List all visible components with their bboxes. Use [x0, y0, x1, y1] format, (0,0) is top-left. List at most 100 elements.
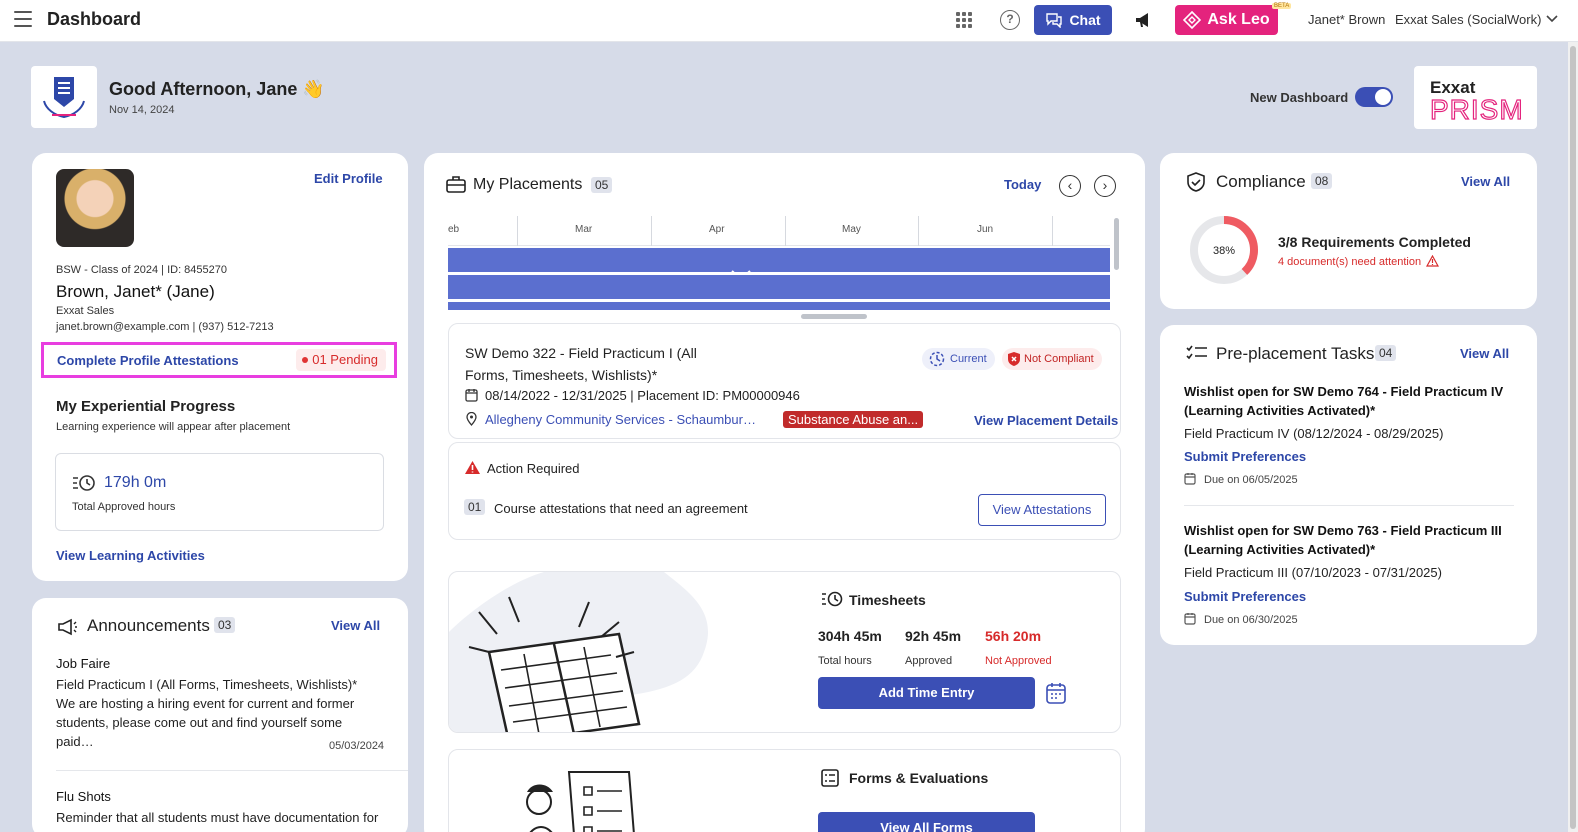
announcement-title[interactable]: Flu Shots: [56, 789, 111, 804]
progress-subtitle: Learning experience will appear after pl…: [56, 421, 291, 433]
wishlist-title: Wishlist open for SW Demo 763 - Field Pr…: [1184, 523, 1502, 557]
timeline-bar[interactable]: [448, 275, 1110, 299]
submit-preferences-link[interactable]: Submit Preferences: [1184, 589, 1306, 604]
student-name: Brown, Janet* (Jane): [56, 282, 215, 301]
timeline-month: eb: [448, 224, 460, 235]
compliance-view-all[interactable]: View All: [1461, 174, 1510, 189]
pending-badge: 01 Pending: [296, 349, 386, 371]
calendar-icon[interactable]: [1046, 682, 1066, 704]
approved-hours-label: Total Approved hours: [72, 501, 176, 513]
shield-x-icon: [1008, 352, 1020, 366]
timeline-tick: [785, 216, 786, 246]
timeline-bar[interactable]: [448, 248, 1110, 272]
edit-profile-link[interactable]: Edit Profile: [314, 171, 383, 186]
timeline-tick: [651, 216, 652, 246]
announcements-count: 03: [214, 617, 236, 633]
chat-button[interactable]: Chat: [1034, 5, 1112, 35]
ask-leo-button[interactable]: Ask Leo: [1175, 5, 1278, 35]
calendar-icon: [1184, 613, 1196, 625]
exxat-prism-logo: Exxat PRISM: [1414, 66, 1537, 129]
chevron-left-icon[interactable]: ‹: [1059, 175, 1081, 197]
progress-title: My Experiential Progress: [56, 398, 236, 415]
placements-count: 05: [591, 177, 613, 193]
page-scrollbar-thumb[interactable]: [1570, 46, 1576, 829]
user-name[interactable]: Janet* Brown: [1308, 12, 1385, 27]
preplacement-view-all[interactable]: View All: [1460, 346, 1509, 361]
timeline-tick: [1052, 216, 1053, 246]
placements-title: My Placements: [473, 176, 583, 193]
total-hours-value: 304h 45m: [818, 628, 882, 644]
timeline-header: eb Mar Apr May Jun: [448, 216, 1110, 246]
placement-card[interactable]: SW Demo 322 - Field Practicum I (All For…: [448, 323, 1121, 439]
total-hours-label: Total hours: [818, 655, 872, 667]
briefcase-icon: [446, 176, 466, 193]
announcements-view-all[interactable]: View All: [331, 618, 380, 633]
placement-dates: 08/14/2022 - 12/31/2025 | Placement ID: …: [485, 388, 800, 403]
contact-line: janet.brown@example.com | (937) 512-7213: [56, 321, 274, 333]
megaphone-icon: [58, 618, 77, 636]
profile-attestations-row[interactable]: Complete Profile Attestations 01 Pending: [41, 342, 397, 378]
chevron-right-icon[interactable]: ›: [1094, 175, 1116, 197]
status-current-label: Current: [950, 353, 987, 365]
timeline-hscrollbar[interactable]: [801, 314, 867, 319]
specialty-tag: Substance Abuse an...: [783, 411, 924, 428]
greeting-date: Nov 14, 2024: [109, 104, 175, 116]
view-all-forms-button[interactable]: View All Forms: [818, 812, 1035, 832]
approved-hours-box: 179h 0m Total Approved hours: [55, 453, 384, 531]
preplacement-title: Pre-placement Tasks: [1216, 344, 1375, 363]
chevron-down-icon[interactable]: [1546, 14, 1558, 24]
placements-card: My Placements 05 Today ‹ › eb Mar Apr Ma…: [424, 153, 1145, 832]
placement-site-link[interactable]: Allegheny Community Services - Schaumbur…: [485, 412, 761, 427]
view-placement-details-link[interactable]: View Placement Details: [974, 413, 1118, 428]
status-current-badge: Current: [922, 348, 995, 370]
timeline-tick: [918, 216, 919, 246]
add-time-entry-button[interactable]: Add Time Entry: [818, 677, 1035, 709]
divider: [1184, 505, 1514, 506]
apps-grid-icon[interactable]: [956, 12, 972, 28]
clock-list-icon: [73, 475, 95, 491]
leo-icon: [1183, 11, 1202, 29]
warning-icon: [1426, 254, 1440, 267]
student-org: Exxat Sales: [56, 305, 115, 317]
timeline-month: Mar: [575, 224, 593, 235]
action-count: 01: [464, 499, 486, 515]
due-date: Due on 06/30/2025: [1204, 614, 1298, 626]
action-required-title: Action Required: [487, 461, 580, 476]
timeline-month: Apr: [709, 224, 725, 235]
user-org[interactable]: Exxat Sales (SocialWork): [1395, 12, 1541, 27]
location-pin-icon: [466, 412, 477, 426]
approved-hours-value: 179h 0m: [104, 474, 167, 491]
not-approved-label: Not Approved: [985, 655, 1052, 667]
ask-leo-label: Ask Leo: [1207, 11, 1270, 28]
view-attestations-button[interactable]: View Attestations: [978, 494, 1106, 526]
complete-attestations-link[interactable]: Complete Profile Attestations: [57, 353, 239, 368]
shield-check-icon: [1187, 172, 1205, 192]
forms-evaluations-title: Forms & Evaluations: [849, 770, 989, 786]
top-bar: Dashboard ? Chat Ask Leo BETA Janet* Bro…: [0, 0, 1578, 42]
announcement-title[interactable]: Job Faire: [56, 656, 110, 671]
calendar-icon: [1184, 473, 1196, 485]
submit-preferences-link[interactable]: Submit Preferences: [1184, 449, 1306, 464]
action-text: Course attestations that need an agreeme…: [494, 501, 748, 516]
chat-label: Chat: [1069, 12, 1101, 28]
compliance-card: Compliance 08 View All 38% 3/8 Requireme…: [1160, 153, 1537, 309]
school-logo: [31, 66, 97, 128]
wishlist-course: Field Practicum III (07/10/2023 - 07/31/…: [1184, 565, 1442, 580]
timeline-month: Jun: [977, 224, 994, 235]
new-dashboard-toggle[interactable]: [1355, 87, 1393, 107]
megaphone-icon[interactable]: [1133, 9, 1155, 31]
not-compliant-badge: Not Compliant: [1002, 348, 1102, 370]
action-required-box: Action Required 01 Course attestations t…: [448, 442, 1121, 540]
placement-course: SW Demo 322 - Field Practicum I (All For…: [465, 345, 697, 383]
class-id-line: BSW - Class of 2024 | ID: 8455270: [56, 264, 227, 276]
attention-text[interactable]: 4 document(s) need attention: [1278, 254, 1440, 268]
divider: [56, 770, 408, 771]
timeline-bar[interactable]: [448, 302, 1110, 310]
menu-icon[interactable]: [14, 11, 32, 27]
view-learning-activities-link[interactable]: View Learning Activities: [56, 548, 205, 563]
not-approved-value: 56h 20m: [985, 628, 1042, 644]
attention-label: 4 document(s) need attention: [1278, 256, 1422, 268]
help-icon[interactable]: ?: [1000, 10, 1020, 30]
today-button[interactable]: Today: [1004, 177, 1041, 192]
timeline-vscrollbar[interactable]: [1114, 218, 1119, 270]
